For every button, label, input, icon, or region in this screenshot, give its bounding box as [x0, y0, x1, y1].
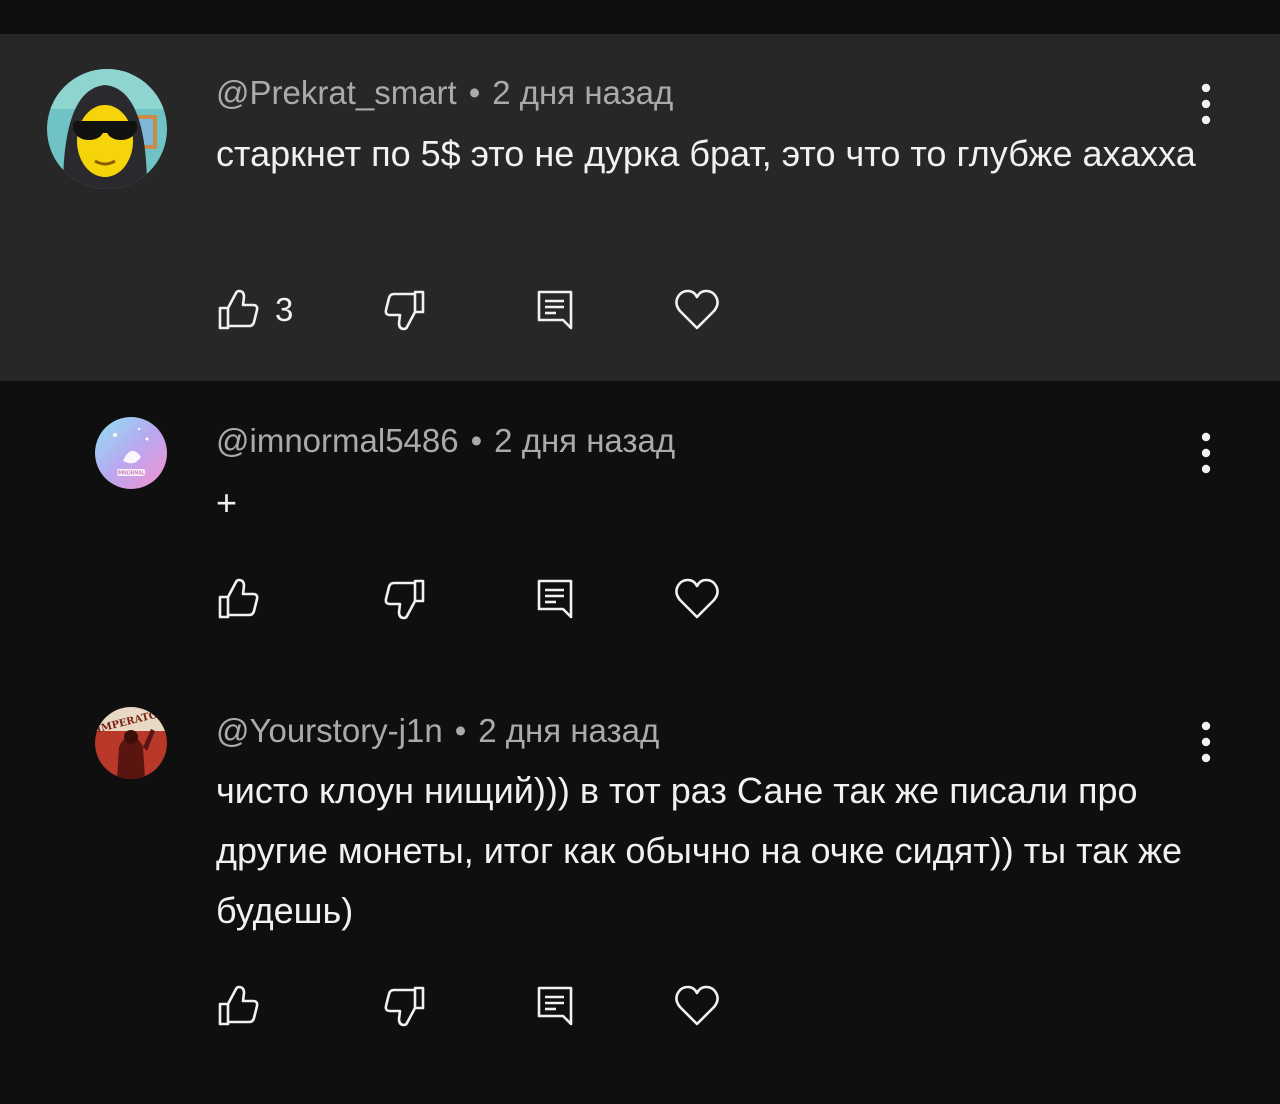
meta-separator: • — [470, 422, 483, 459]
thumbs-down-icon — [384, 986, 425, 1027]
comment-meta: @imnormal5486 • 2 дня назад — [216, 421, 675, 461]
dislike-button[interactable] — [383, 984, 427, 1028]
comment-time[interactable]: 2 дня назад — [478, 712, 659, 749]
comment-actions: 3 — [216, 288, 756, 332]
like-button[interactable]: 3 — [216, 288, 293, 332]
reply-button[interactable] — [534, 288, 578, 332]
comment-text: чисто клоун нищий))) в тот раз Сане так … — [216, 770, 1193, 931]
more-vertical-icon — [1201, 721, 1211, 763]
reply-button[interactable] — [534, 577, 578, 621]
more-vertical-icon — [1201, 432, 1211, 474]
like-button[interactable] — [216, 984, 260, 1028]
thumbs-down-icon — [384, 579, 425, 620]
like-button[interactable] — [216, 577, 260, 621]
more-options-button[interactable] — [1186, 720, 1226, 764]
dislike-button[interactable] — [383, 577, 427, 621]
more-options-button[interactable] — [1186, 431, 1226, 475]
comment-meta: @Prekrat_smart • 2 дня назад — [216, 73, 673, 113]
top-strip — [0, 0, 1280, 34]
meta-separator: • — [454, 712, 467, 749]
comment-text: + — [216, 482, 238, 523]
heart-button[interactable] — [674, 577, 720, 621]
avatar-text: IMNORMAL — [117, 471, 145, 477]
comment-actions — [216, 577, 756, 621]
heart-icon — [675, 578, 719, 619]
thumbs-up-icon — [218, 289, 259, 330]
heart-icon — [675, 289, 719, 330]
author-name[interactable]: @Yourstory-j1n — [216, 712, 443, 749]
author-name[interactable]: @Prekrat_smart — [216, 74, 457, 111]
avatar[interactable] — [47, 69, 167, 189]
heart-icon — [675, 985, 719, 1026]
comment-time[interactable]: 2 дня назад — [492, 74, 673, 111]
more-options-button[interactable] — [1186, 82, 1226, 126]
thumbs-down-icon — [384, 290, 425, 331]
comment-meta: @Yourstory-j1n • 2 дня назад — [216, 711, 659, 751]
avatar[interactable]: IMNORMAL — [95, 417, 167, 489]
heart-button[interactable] — [674, 288, 720, 332]
author-name[interactable]: @imnormal5486 — [216, 422, 459, 459]
comment-thread-2: IMNORMAL @imnormal5486 • 2 дня назад + — [0, 381, 1280, 671]
comment-thread-1: @Prekrat_smart • 2 дня назад старкнет по 5… — [0, 34, 1280, 381]
like-count: 3 — [275, 291, 294, 328]
dislike-button[interactable] — [383, 288, 427, 332]
thumbs-up-icon — [218, 985, 259, 1026]
more-vertical-icon — [1201, 83, 1211, 125]
avatar[interactable]: IMPERATOR — [95, 707, 167, 779]
comment-text: старкнет по 5$ это не дурка брат, это чт… — [216, 133, 1196, 174]
comment-thread-3: IMPERATOR @Yourstory-j1n • 2 дня назад чис… — [0, 671, 1280, 1104]
reply-comment-icon — [537, 579, 573, 619]
heart-button[interactable] — [674, 984, 720, 1028]
thumbs-up-icon — [218, 578, 259, 619]
comment-actions — [216, 984, 756, 1028]
comment-time[interactable]: 2 дня назад — [494, 422, 675, 459]
reply-comment-icon — [537, 986, 573, 1026]
reply-comment-icon — [537, 290, 573, 330]
meta-separator: • — [468, 74, 481, 111]
reply-button[interactable] — [534, 984, 578, 1028]
